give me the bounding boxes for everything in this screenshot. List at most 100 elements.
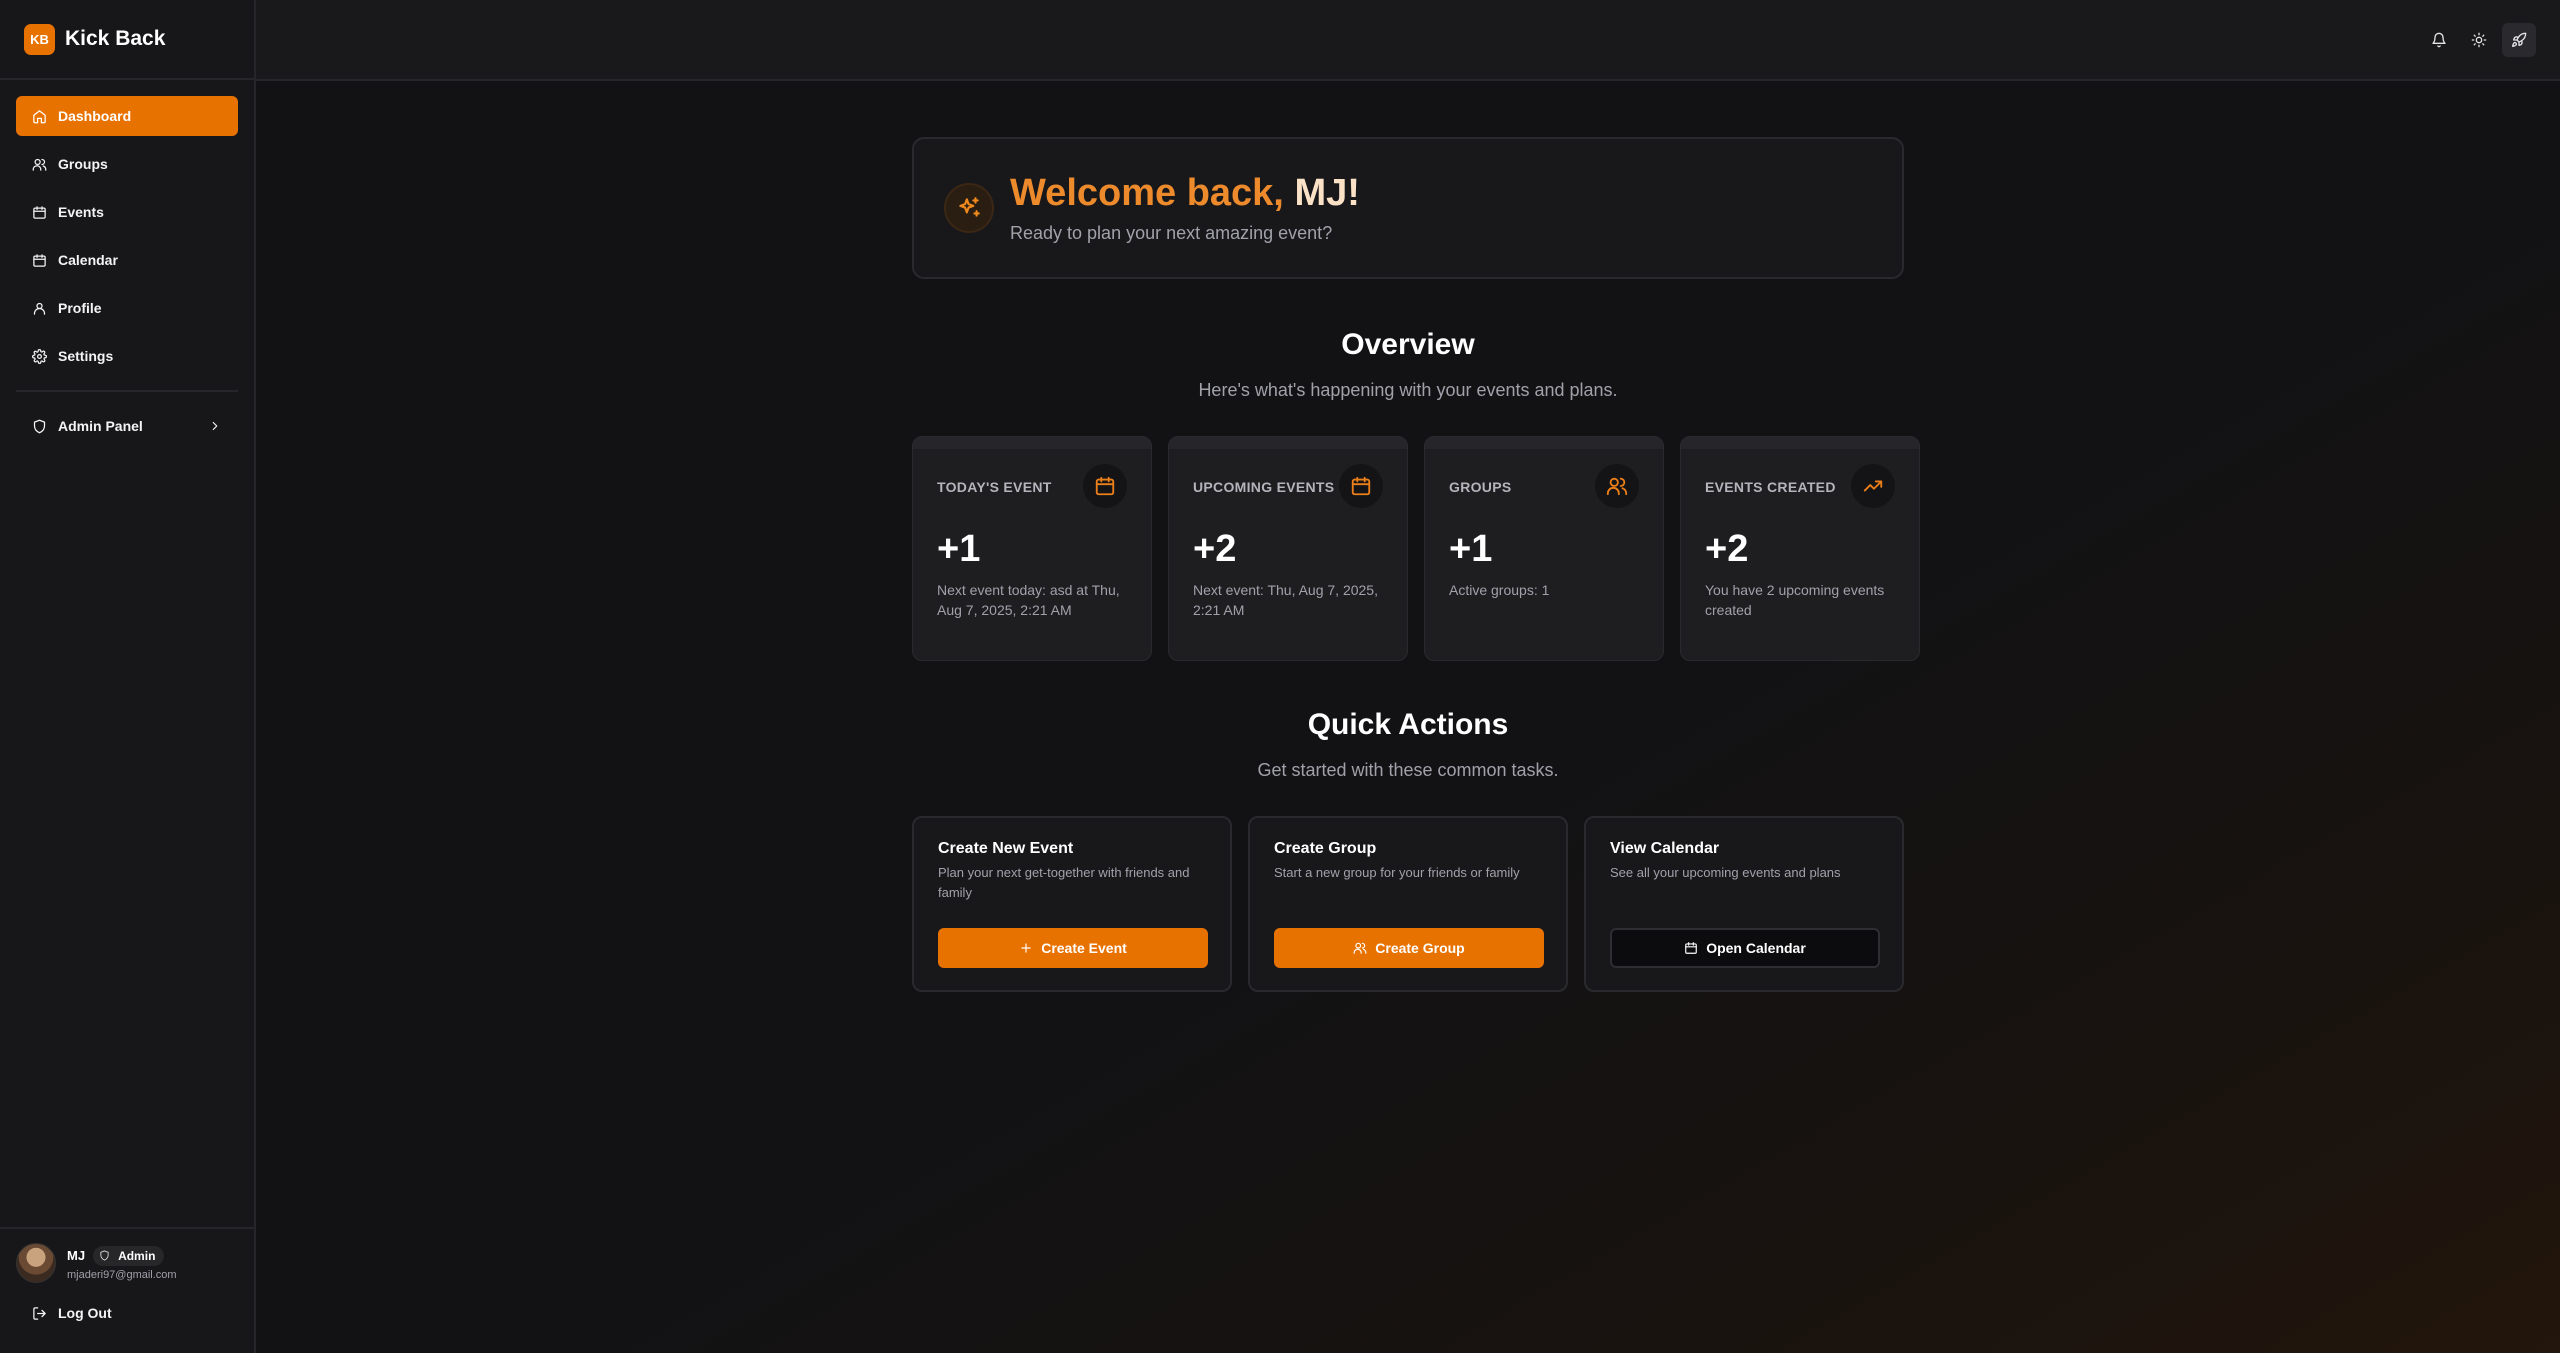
sidebar-item-dashboard[interactable]: Dashboard	[16, 96, 238, 136]
action-title: View Calendar	[1610, 840, 1720, 857]
stat-description: You have 2 upcoming events created	[1705, 582, 1885, 618]
sidebar-nav: Dashboard Groups Events Calendar Profile…	[0, 80, 254, 376]
sidebar-item-label: Profile	[58, 300, 102, 316]
stat-card-todays-event[interactable]: TODAY'S EVENT +1 Next event today: asd a…	[912, 436, 1152, 661]
stat-description: Next event: Thu, Aug 7, 2025, 2:21 AM	[1193, 582, 1378, 618]
brand[interactable]: KB Kick Back	[0, 0, 254, 80]
logout-icon	[33, 1306, 46, 1320]
action-card-view-calendar: View Calendar See all your upcoming even…	[1584, 816, 1904, 992]
action-title: Create New Event	[938, 840, 1074, 857]
notifications-button[interactable]	[2422, 23, 2456, 57]
stat-card-upcoming-events[interactable]: UPCOMING EVENTS +2 Next event: Thu, Aug …	[1168, 436, 1408, 661]
overview-subtitle: Here's what's happening with your events…	[1198, 380, 1618, 400]
sidebar-item-settings[interactable]: Settings	[16, 336, 238, 376]
user-line: MJ Admin	[67, 1245, 177, 1266]
create-group-button[interactable]: Create Group	[1274, 928, 1544, 968]
users-icon	[1353, 942, 1367, 954]
launch-button[interactable]	[2502, 23, 2536, 57]
welcome-subtitle: Ready to plan your next amazing event?	[1010, 223, 1333, 243]
trending-up-icon	[1863, 480, 1883, 492]
role-label: Admin	[118, 1248, 156, 1263]
quick-actions-subtitle: Get started with these common tasks.	[1257, 760, 1559, 780]
gear-icon	[32, 348, 47, 364]
sidebar-divider	[16, 390, 238, 392]
calendar-icon	[1351, 476, 1371, 496]
shield-icon	[100, 1250, 109, 1261]
welcome-banner: Welcome back, MJ! Ready to plan your nex…	[912, 137, 1904, 279]
stat-value: +1	[937, 528, 981, 570]
user-profile[interactable]: MJ Admin mjaderi97@gmail.com	[16, 1243, 238, 1283]
action-title: Create Group	[1274, 840, 1377, 857]
stat-icon-wrap	[1851, 464, 1895, 508]
bell-icon	[2432, 32, 2446, 48]
topbar	[256, 0, 2560, 81]
sidebar-footer: MJ Admin mjaderi97@gmail.com Log Out	[0, 1227, 254, 1353]
sidebar: KB Kick Back Dashboard Groups Events Cal…	[0, 0, 256, 1353]
stat-label: TODAY'S EVENT	[937, 479, 1052, 495]
theme-toggle-button[interactable]	[2462, 23, 2496, 57]
user-icon	[33, 302, 46, 315]
stat-label: EVENTS CREATED	[1705, 479, 1836, 495]
quick-actions-grid: Create New Event Plan your next get-toge…	[912, 816, 1904, 992]
logout-button[interactable]: Log Out	[16, 1297, 238, 1329]
button-label: Create Group	[1375, 940, 1465, 956]
stat-value: +2	[1193, 528, 1237, 570]
shield-icon	[33, 419, 46, 433]
calendar-icon	[1685, 942, 1698, 954]
action-description: Start a new group for your friends or fa…	[1274, 865, 1520, 880]
sidebar-item-label: Admin Panel	[58, 418, 143, 434]
create-event-button[interactable]: Create Event	[938, 928, 1208, 968]
stat-label: GROUPS	[1449, 479, 1512, 495]
sidebar-item-admin-panel[interactable]: Admin Panel	[16, 406, 238, 446]
sparkles-icon	[959, 197, 980, 217]
main-content: Welcome back, MJ! Ready to plan your nex…	[258, 81, 2560, 1353]
avatar	[16, 1243, 56, 1283]
stat-card-events-created[interactable]: EVENTS CREATED +2 You have 2 upcoming ev…	[1680, 436, 1920, 661]
welcome-greeting: Welcome back,	[1010, 172, 1284, 214]
sidebar-item-label: Calendar	[58, 252, 118, 268]
calendar-icon	[33, 205, 46, 219]
sidebar-item-label: Groups	[58, 156, 108, 172]
sidebar-item-calendar[interactable]: Calendar	[16, 240, 238, 280]
open-calendar-button[interactable]: Open Calendar	[1610, 928, 1880, 968]
welcome-text: Welcome back, MJ! Ready to plan your nex…	[1010, 172, 1360, 244]
logout-label: Log Out	[58, 1305, 112, 1321]
calendar-icon	[33, 253, 46, 267]
rocket-icon	[2512, 32, 2527, 47]
sidebar-item-profile[interactable]: Profile	[16, 288, 238, 328]
stat-value: +2	[1705, 528, 1749, 570]
button-label: Create Event	[1041, 940, 1127, 956]
chevron-right-icon	[212, 421, 218, 431]
welcome-title: Welcome back, MJ!	[1010, 172, 1360, 215]
topbar-actions	[2416, 23, 2536, 57]
sidebar-item-groups[interactable]: Groups	[16, 144, 238, 184]
welcome-user-name: MJ!	[1294, 172, 1360, 214]
action-card-create-event: Create New Event Plan your next get-toge…	[912, 816, 1232, 992]
user-info: MJ Admin mjaderi97@gmail.com	[67, 1245, 177, 1281]
home-icon	[33, 109, 46, 123]
stat-icon-wrap	[1595, 464, 1639, 508]
sun-icon	[2471, 32, 2487, 48]
plus-icon	[1021, 943, 1031, 953]
users-icon	[1606, 477, 1628, 496]
sidebar-item-label: Events	[58, 204, 104, 220]
welcome-badge	[944, 183, 994, 233]
overview-title: Overview	[1341, 328, 1475, 361]
stat-icon-wrap	[1339, 464, 1383, 508]
sidebar-item-events[interactable]: Events	[16, 192, 238, 232]
action-description: Plan your next get-together with friends…	[938, 865, 1190, 900]
admin-panel-left: Admin Panel	[32, 418, 143, 434]
users-icon	[32, 158, 47, 171]
sidebar-item-label: Settings	[58, 348, 114, 364]
action-card-create-group: Create Group Start a new group for your …	[1248, 816, 1568, 992]
brand-logo: KB	[24, 23, 55, 55]
role-badge: Admin	[93, 1245, 165, 1266]
stat-icon-wrap	[1083, 464, 1127, 508]
stat-card-groups[interactable]: GROUPS +1 Active groups: 1	[1424, 436, 1664, 661]
stat-description: Next event today: asd at Thu, Aug 7, 202…	[937, 582, 1120, 618]
calendar-icon	[1095, 476, 1115, 496]
app-name: Kick Back	[65, 27, 166, 50]
stat-label: UPCOMING EVENTS	[1193, 479, 1335, 495]
stats-grid: TODAY'S EVENT +1 Next event today: asd a…	[912, 436, 1922, 661]
stat-description: Active groups: 1	[1449, 582, 1550, 598]
